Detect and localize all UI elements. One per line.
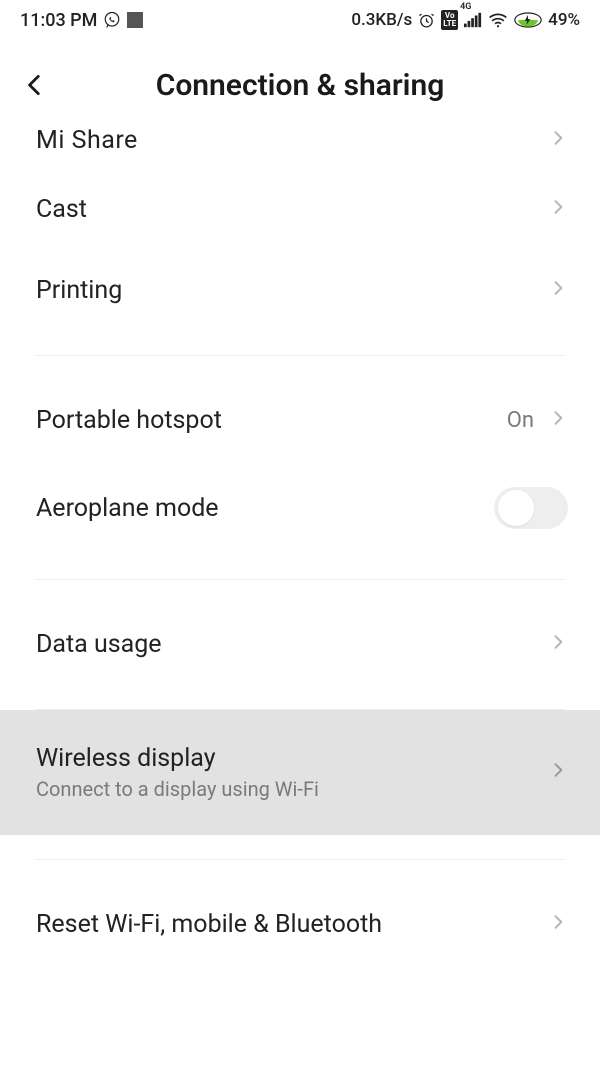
chevron-left-icon bbox=[22, 72, 48, 98]
chevron-right-icon bbox=[548, 126, 568, 155]
whatsapp-icon bbox=[103, 11, 121, 29]
battery-percent: 49% bbox=[548, 10, 580, 30]
status-right: 0.3KB/s VoLTE 4G bbox=[351, 10, 580, 30]
row-subtitle: Connect to a display using Wi-Fi bbox=[36, 777, 319, 801]
row-portable-hotspot[interactable]: Portable hotspot On bbox=[0, 380, 600, 461]
chevron-right-icon bbox=[548, 758, 568, 787]
row-mi-share[interactable]: Mi Share bbox=[0, 126, 600, 169]
row-data-usage[interactable]: Data usage bbox=[0, 604, 600, 685]
row-aeroplane-mode[interactable]: Aeroplane mode bbox=[0, 461, 600, 555]
data-rate: 0.3KB/s bbox=[351, 10, 412, 30]
divider bbox=[36, 579, 564, 580]
row-label: Aeroplane mode bbox=[36, 494, 219, 523]
battery-charging-icon bbox=[514, 12, 542, 28]
status-time: 11:03 PM bbox=[20, 10, 97, 31]
row-label: Printing bbox=[36, 276, 122, 305]
chevron-right-icon bbox=[548, 195, 568, 224]
chevron-right-icon bbox=[548, 276, 568, 305]
header: Connection & sharing bbox=[0, 40, 600, 130]
page-title: Connection & sharing bbox=[0, 68, 600, 103]
status-bar: 11:03 PM 0.3KB/s VoLTE 4G bbox=[0, 0, 600, 40]
chevron-right-icon bbox=[548, 910, 568, 939]
alarm-icon bbox=[418, 12, 435, 29]
row-wireless-display[interactable]: Wireless display Connect to a display us… bbox=[0, 710, 600, 835]
row-label: Cast bbox=[36, 195, 87, 224]
row-label: Wireless display bbox=[36, 744, 319, 773]
chevron-right-icon bbox=[548, 630, 568, 659]
row-reset-connectivity[interactable]: Reset Wi-Fi, mobile & Bluetooth bbox=[0, 884, 600, 965]
wifi-icon bbox=[488, 12, 508, 28]
toggle-knob bbox=[498, 490, 534, 526]
chevron-right-icon bbox=[548, 406, 568, 435]
divider bbox=[36, 859, 564, 860]
row-label: Mi Share bbox=[36, 126, 138, 155]
divider bbox=[36, 355, 564, 356]
settings-content: Mi Share Cast Printing Portable hotspot … bbox=[0, 126, 600, 965]
row-label: Reset Wi-Fi, mobile & Bluetooth bbox=[36, 910, 382, 939]
app-indicator-icon bbox=[127, 12, 143, 28]
aeroplane-mode-toggle[interactable] bbox=[494, 487, 568, 529]
row-value: On bbox=[507, 408, 534, 433]
mobile-signal-icon: 4G bbox=[464, 12, 482, 28]
row-cast[interactable]: Cast bbox=[0, 169, 600, 250]
volte-icon: VoLTE bbox=[441, 10, 458, 30]
row-label: Portable hotspot bbox=[36, 406, 222, 435]
row-label: Data usage bbox=[36, 630, 162, 659]
back-button[interactable] bbox=[0, 40, 70, 130]
row-printing[interactable]: Printing bbox=[0, 250, 600, 331]
status-left: 11:03 PM bbox=[20, 10, 143, 31]
